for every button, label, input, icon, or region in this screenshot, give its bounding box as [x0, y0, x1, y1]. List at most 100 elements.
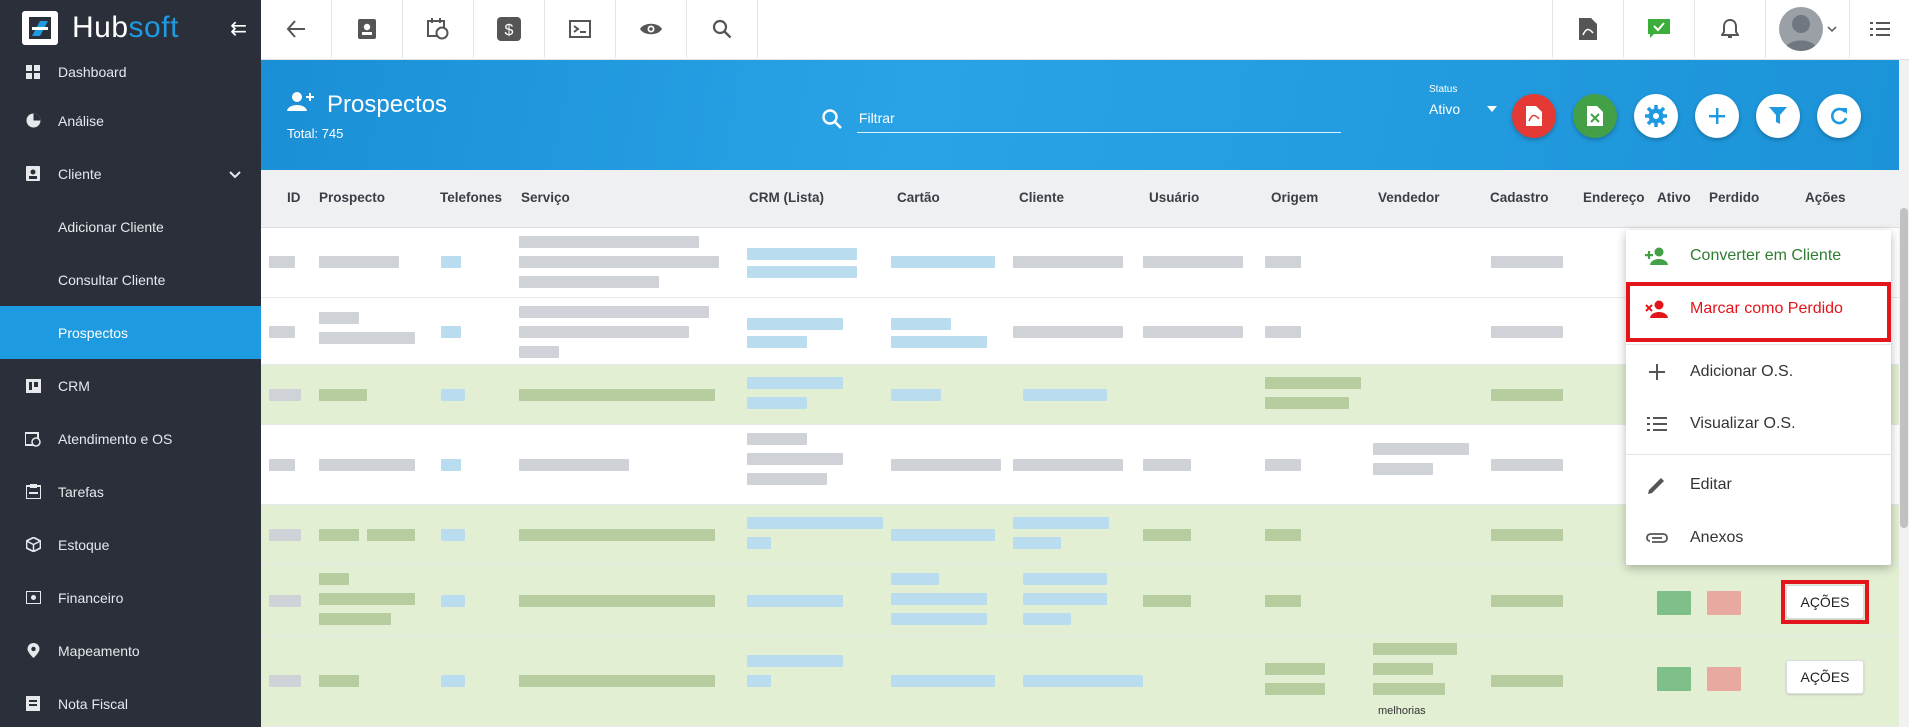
redacted-cell	[1013, 326, 1123, 338]
refresh-button[interactable]	[1817, 94, 1861, 138]
sidebar-item-atendimento[interactable]: Atendimento e OS	[0, 412, 261, 465]
redacted-cell	[747, 397, 807, 409]
filter-button[interactable]	[1756, 94, 1800, 138]
menu-item-adicionar-os[interactable]: Adicionar O.S.	[1626, 346, 1891, 398]
column-header[interactable]: Serviço	[521, 190, 570, 205]
column-header[interactable]: Ativo	[1657, 190, 1691, 205]
sidebar-item-financeiro[interactable]: Financeiro	[0, 571, 261, 624]
menu-item-visualizar-os[interactable]: Visualizar O.S.	[1626, 398, 1891, 450]
notifications-button[interactable]	[1694, 0, 1765, 58]
sidebar-item-nota-fiscal[interactable]: Nota Fiscal	[0, 677, 261, 727]
column-header[interactable]: Cadastro	[1490, 190, 1549, 205]
redacted-cell	[747, 473, 827, 485]
user-menu[interactable]	[1765, 0, 1849, 58]
column-header[interactable]: CRM (Lista)	[749, 190, 824, 205]
status-label: Status	[1429, 84, 1458, 95]
bell-icon	[1721, 19, 1739, 38]
sidebar-item-consultar-cliente[interactable]: Consultar Cliente	[0, 253, 261, 306]
column-header[interactable]: Prospecto	[319, 190, 385, 205]
sidebar-item-prospectos[interactable]: Prospectos	[0, 306, 261, 359]
calendar-clock-icon	[427, 18, 449, 40]
sidebar-item-tarefas[interactable]: Tarefas	[0, 465, 261, 518]
redacted-cell	[891, 459, 1001, 471]
column-header[interactable]: Telefones	[440, 190, 502, 205]
list-menu-button[interactable]	[1849, 0, 1909, 58]
filter-input[interactable]	[856, 104, 1341, 133]
sidebar-item-label: Mapeamento	[58, 642, 140, 659]
gear-icon	[1645, 105, 1667, 127]
redacted-cell	[891, 613, 987, 625]
finance-button[interactable]: $	[474, 0, 545, 58]
column-header[interactable]: Usuário	[1149, 190, 1199, 205]
search-button[interactable]	[687, 0, 758, 58]
terminal-icon	[569, 20, 591, 38]
redacted-cell	[441, 326, 461, 338]
settings-button[interactable]	[1634, 94, 1678, 138]
redacted-cell	[269, 675, 301, 687]
schedule-button[interactable]	[403, 0, 474, 58]
table-row[interactable]: melhorias AÇÕES	[261, 637, 1899, 727]
messages-button[interactable]	[1623, 0, 1694, 58]
menu-item-anexos[interactable]: Anexos	[1626, 512, 1891, 564]
pdf-file-icon	[1526, 106, 1542, 126]
redacted-cell	[519, 389, 715, 401]
scrollbar-thumb[interactable]	[1900, 208, 1908, 528]
sidebar-item-mapeamento[interactable]: Mapeamento	[0, 624, 261, 677]
column-header[interactable]: Cliente	[1019, 190, 1064, 205]
contact-card-icon	[24, 165, 42, 183]
sidebar-item-label: Análise	[58, 112, 104, 129]
redacted-cell	[1013, 537, 1061, 549]
sidebar-item-crm[interactable]: CRM	[0, 359, 261, 412]
avatar	[1778, 7, 1823, 51]
sidebar-item-label: Financeiro	[58, 589, 124, 606]
column-header[interactable]: Vendedor	[1378, 190, 1440, 205]
sidebar-item-adicionar-cliente[interactable]: Adicionar Cliente	[0, 200, 261, 253]
redacted-cell	[319, 529, 359, 541]
total-count: Total: 745	[287, 126, 344, 141]
column-header[interactable]: Origem	[1271, 190, 1318, 205]
redacted-cell	[891, 593, 987, 605]
sidebar-item-dashboard[interactable]: Dashboard	[0, 50, 261, 94]
pdf-button[interactable]	[1552, 0, 1623, 58]
export-excel-button[interactable]	[1573, 94, 1617, 138]
redacted-cell	[1491, 326, 1563, 338]
page-scrollbar[interactable]	[1899, 60, 1909, 727]
export-pdf-button[interactable]	[1512, 94, 1556, 138]
users-icon	[287, 90, 315, 119]
terminal-button[interactable]	[545, 0, 616, 58]
view-button[interactable]	[616, 0, 687, 58]
column-header[interactable]: Perdido	[1709, 190, 1759, 205]
acoes-button[interactable]: AÇÕES	[1786, 660, 1864, 694]
sidebar-item-analise[interactable]: Análise	[0, 94, 261, 147]
redacted-cell	[747, 655, 843, 667]
column-header[interactable]: Endereço	[1583, 190, 1645, 205]
column-header[interactable]: Ações	[1805, 190, 1846, 205]
status-select[interactable]: Status Ativo	[1429, 84, 1499, 118]
collapse-sidebar-icon[interactable]: ⇇	[230, 16, 247, 41]
menu-item-converter-cliente[interactable]: Converter em Cliente	[1626, 230, 1891, 282]
redacted-cell	[441, 529, 465, 541]
dashboard-icon	[24, 63, 42, 81]
redacted-cell	[1265, 529, 1301, 541]
lost-indicator	[1707, 667, 1741, 691]
redacted-cell	[891, 256, 995, 268]
table-row[interactable]: AÇÕES	[261, 565, 1899, 637]
contacts-button[interactable]	[332, 0, 403, 58]
column-header[interactable]: Cartão	[897, 190, 940, 205]
redacted-cell	[519, 236, 699, 248]
highlight-marcar-perdido	[1626, 282, 1891, 342]
redacted-cell	[441, 459, 461, 471]
redacted-cell	[1373, 643, 1457, 655]
sidebar-item-cliente[interactable]: Cliente	[0, 147, 261, 200]
column-header[interactable]: ID	[287, 190, 301, 205]
menu-item-editar[interactable]: Editar	[1626, 459, 1891, 511]
redacted-cell	[319, 613, 391, 625]
back-button[interactable]	[261, 0, 332, 58]
redacted-cell	[1013, 459, 1123, 471]
redacted-cell	[1143, 326, 1243, 338]
redacted-cell	[1265, 397, 1349, 409]
sidebar-item-estoque[interactable]: Estoque	[0, 518, 261, 571]
add-button[interactable]	[1695, 94, 1739, 138]
redacted-cell	[1373, 663, 1433, 675]
redacted-cell	[1373, 463, 1433, 475]
